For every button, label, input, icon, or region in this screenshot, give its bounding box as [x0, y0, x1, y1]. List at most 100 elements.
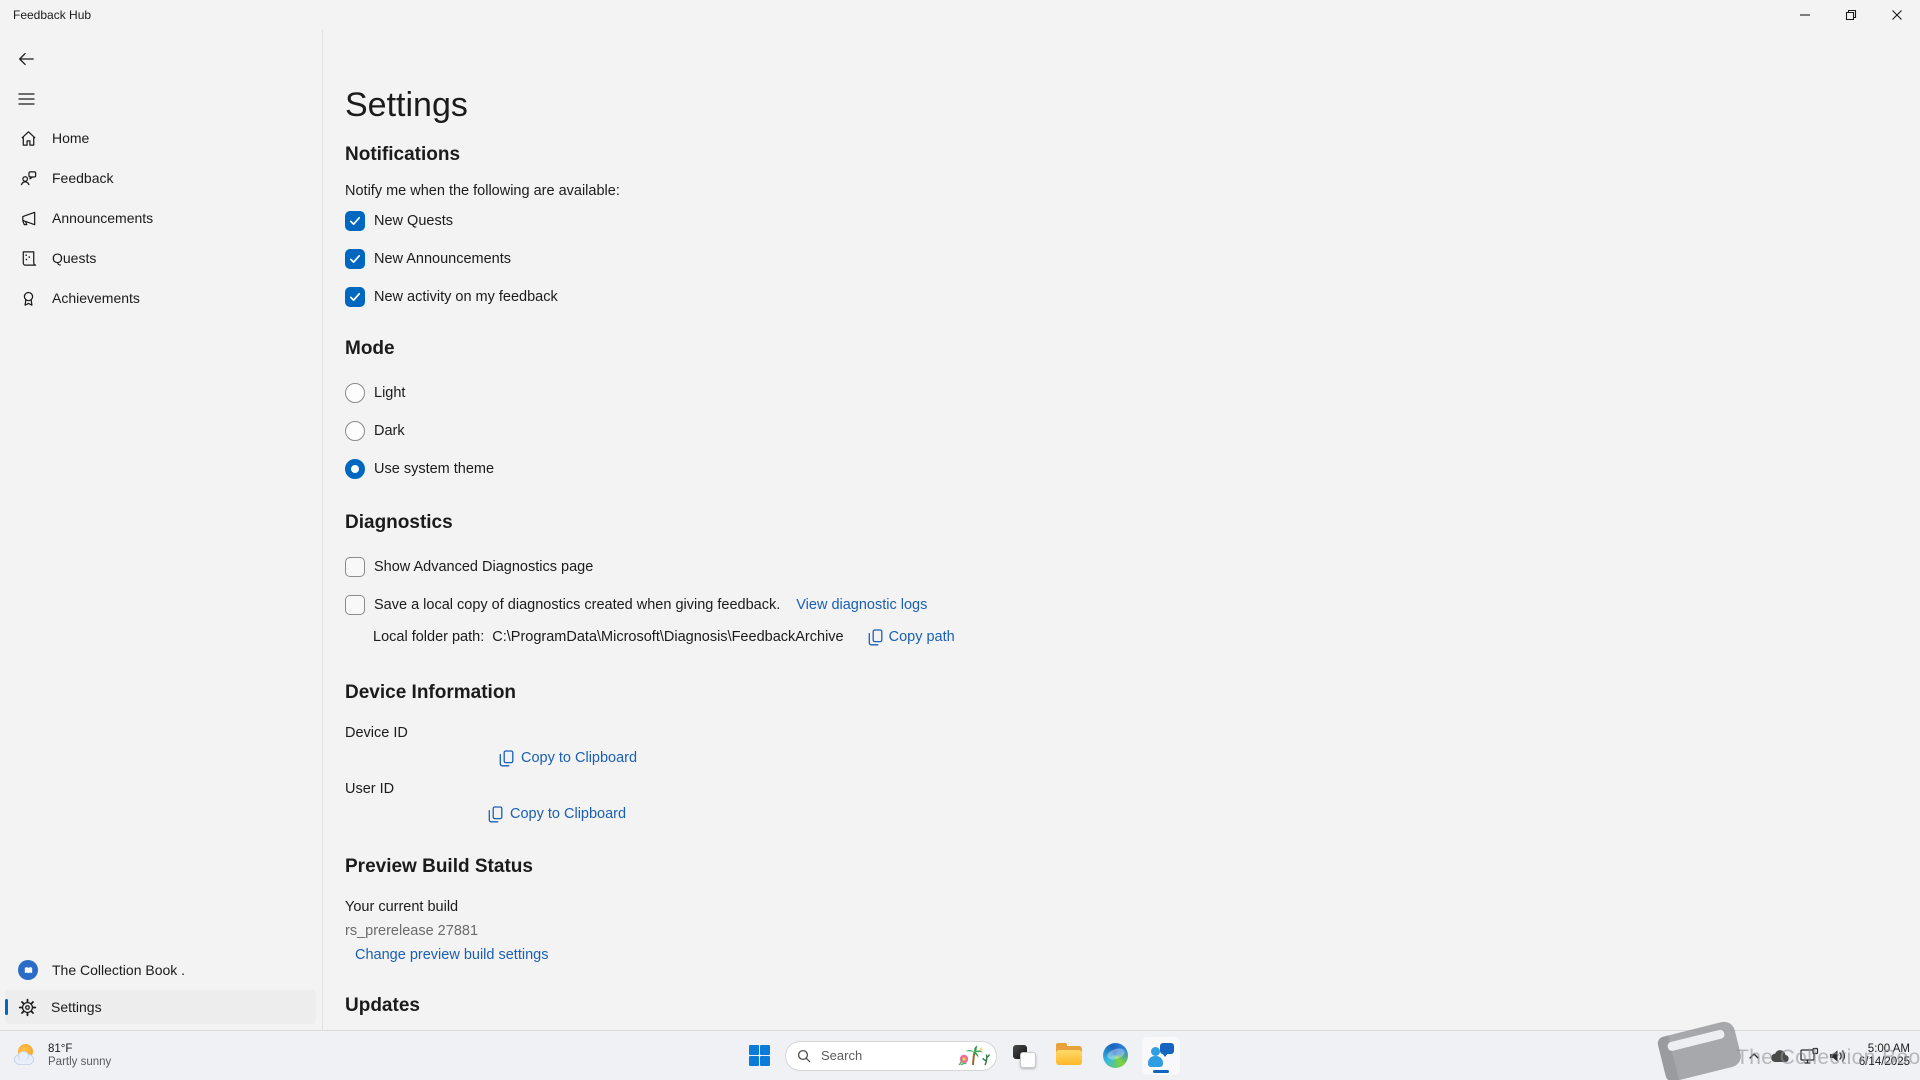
local-folder-path-value: C:\ProgramData\Microsoft\Diagnosis\Feedb…	[492, 629, 843, 645]
taskbar-clock[interactable]: 5:00 AM 6/14/2025	[1859, 1043, 1910, 1069]
sidebar-item-settings[interactable]: Settings	[5, 990, 316, 1024]
sidebar-item-quests[interactable]: Quests	[0, 238, 322, 278]
start-button[interactable]	[739, 1036, 779, 1076]
checkbox-new-announcements[interactable]: New Announcements	[345, 247, 1880, 271]
local-folder-path-label: Local folder path:	[373, 629, 484, 645]
sidebar-bottom: The Collection Book . Settings	[5, 952, 316, 1024]
hamburger-icon	[18, 92, 35, 106]
checkbox-new-activity[interactable]: New activity on my feedback	[345, 285, 1880, 309]
radio-unselected-icon[interactable]	[345, 383, 365, 403]
restore-button[interactable]	[1828, 0, 1874, 30]
radio-label: Dark	[374, 423, 405, 439]
feedback-icon	[18, 168, 38, 188]
checkbox-checked-icon[interactable]	[345, 249, 365, 269]
edge-icon	[1103, 1043, 1128, 1068]
checkbox-label: New activity on my feedback	[374, 289, 558, 305]
sidebar-item-feedback[interactable]: Feedback	[0, 158, 322, 198]
settings-page: Settings Notifications Notify me when th…	[323, 30, 1920, 1030]
mode-heading: Mode	[345, 337, 1880, 361]
feedback-hub-taskbar-button[interactable]	[1141, 1036, 1181, 1076]
weather-condition: Partly sunny	[48, 1056, 111, 1069]
medal-icon	[18, 288, 38, 308]
checkbox-label: Save a local copy of diagnostics created…	[374, 597, 780, 613]
restore-icon	[1845, 9, 1857, 21]
checkbox-checked-icon[interactable]	[345, 287, 365, 307]
copy-icon	[488, 806, 503, 823]
taskbar-center	[739, 1031, 1181, 1080]
close-icon	[1891, 9, 1903, 21]
clock-time: 5:00 AM	[1859, 1043, 1910, 1056]
current-build-value: rs_prerelease 27881	[345, 921, 1880, 941]
weather-widget[interactable]: 81°F Partly sunny	[12, 1031, 111, 1080]
feedback-hub-window: Feedback Hub	[0, 0, 1920, 1080]
search-highlight-image[interactable]	[955, 1043, 993, 1069]
sidebar-item-label: Announcements	[52, 210, 153, 226]
sidebar-item-label: The Collection Book .	[52, 962, 185, 978]
file-explorer-button[interactable]	[1049, 1036, 1089, 1076]
back-button[interactable]	[8, 44, 44, 74]
radio-light[interactable]: Light	[345, 381, 1880, 405]
sidebar-item-label: Achievements	[52, 290, 140, 306]
close-button[interactable]	[1874, 0, 1920, 30]
change-preview-build-settings-link[interactable]: Change preview build settings	[355, 947, 548, 963]
sidebar-item-announcements[interactable]: Announcements	[0, 198, 322, 238]
current-build-label: Your current build	[345, 897, 1880, 917]
active-app-indicator	[1153, 1070, 1169, 1073]
window-controls	[1782, 0, 1920, 30]
view-diagnostic-logs-link[interactable]: View diagnostic logs	[796, 597, 927, 613]
sidebar-item-home[interactable]: Home	[0, 118, 322, 158]
sidebar-nav: Home Feedback Announcements Quests	[0, 118, 322, 318]
partly-sunny-icon	[12, 1043, 40, 1069]
checkbox-label: New Announcements	[374, 251, 511, 267]
preview-build-status-heading: Preview Build Status	[345, 855, 1880, 879]
volume-tray-button[interactable]	[1828, 1048, 1847, 1064]
copy-device-id-button[interactable]: Copy to Clipboard	[499, 747, 1880, 769]
radio-unselected-icon[interactable]	[345, 421, 365, 441]
feedback-hub-icon	[1148, 1043, 1174, 1069]
search-input[interactable]	[819, 1047, 943, 1064]
back-arrow-icon	[17, 50, 35, 68]
radio-dark[interactable]: Dark	[345, 419, 1880, 443]
windows-logo-icon	[749, 1045, 770, 1066]
copy-user-id-button[interactable]: Copy to Clipboard	[488, 803, 1880, 825]
weather-temp: 81°F	[48, 1043, 111, 1056]
sidebar-item-achievements[interactable]: Achievements	[0, 278, 322, 318]
home-icon	[18, 128, 38, 148]
checkbox-new-quests[interactable]: New Quests	[345, 209, 1880, 233]
copy-to-clipboard-label: Copy to Clipboard	[521, 750, 637, 766]
taskbar-search[interactable]	[785, 1041, 997, 1071]
checkbox-unchecked-icon[interactable]	[345, 595, 365, 615]
task-view-button[interactable]	[1003, 1036, 1043, 1076]
checkbox-save-local-diagnostics[interactable]: Save a local copy of diagnostics created…	[345, 593, 1880, 617]
radio-selected-icon[interactable]	[345, 459, 365, 479]
device-information-heading: Device Information	[345, 681, 1880, 705]
minimize-button[interactable]	[1782, 0, 1828, 30]
display-tray-button[interactable]	[1799, 1047, 1819, 1065]
sidebar-item-collection-book[interactable]: The Collection Book .	[5, 952, 316, 988]
edge-button[interactable]	[1095, 1036, 1135, 1076]
clock-date: 6/14/2025	[1859, 1056, 1910, 1069]
checkbox-label: Show Advanced Diagnostics page	[374, 559, 593, 575]
copy-path-button[interactable]: Copy path	[868, 629, 955, 646]
copy-to-clipboard-label: Copy to Clipboard	[510, 806, 626, 822]
checkbox-checked-icon[interactable]	[345, 211, 365, 231]
checkbox-show-advanced-diagnostics[interactable]: Show Advanced Diagnostics page	[345, 555, 1880, 579]
page-title: Settings	[345, 85, 1880, 125]
sidebar: Home Feedback Announcements Quests	[0, 30, 323, 1030]
radio-system-theme[interactable]: Use system theme	[345, 457, 1880, 481]
cloud-icon	[1770, 1049, 1790, 1063]
collection-book-icon	[18, 960, 38, 980]
updates-heading: Updates	[345, 994, 1880, 1018]
checkbox-label: New Quests	[374, 213, 453, 229]
sidebar-item-label: Home	[52, 130, 89, 146]
checkbox-unchecked-icon[interactable]	[345, 557, 365, 577]
device-id-label: Device ID	[345, 723, 1880, 743]
radio-label: Light	[374, 385, 405, 401]
hidden-icons-button[interactable]	[1747, 1049, 1761, 1063]
minimize-icon	[1799, 9, 1811, 21]
sidebar-item-label: Quests	[52, 250, 96, 266]
menu-button[interactable]	[8, 84, 44, 114]
notifications-heading: Notifications	[345, 143, 1880, 167]
copy-icon	[868, 629, 883, 646]
onedrive-tray-button[interactable]	[1770, 1049, 1790, 1063]
